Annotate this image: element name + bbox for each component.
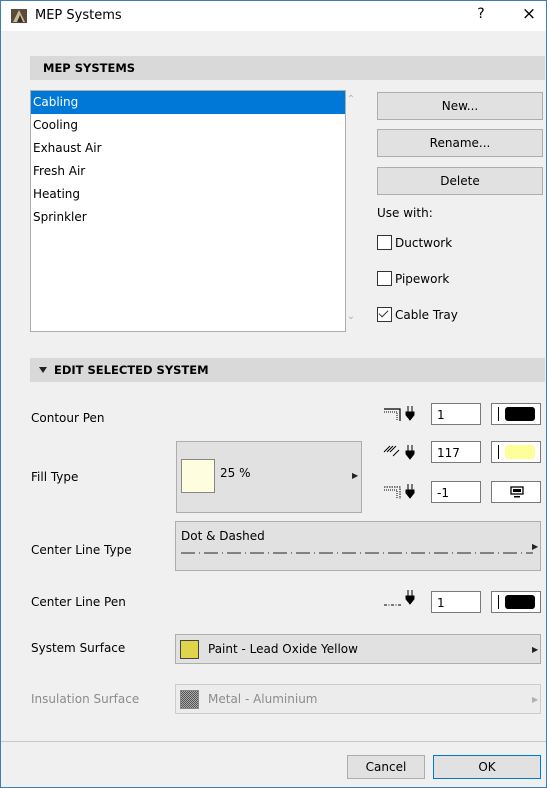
pen-color-swatch [505, 407, 535, 421]
list-item[interactable]: Fresh Air [31, 160, 345, 183]
ductwork-checkbox[interactable]: Ductwork [377, 235, 452, 250]
list-item[interactable]: Cooling [31, 114, 345, 137]
ductwork-label: Ductwork [395, 236, 453, 250]
cable-tray-checkbox-box[interactable] [377, 307, 392, 322]
monitor-icon [510, 486, 524, 498]
system-surface-label: System Surface [31, 641, 126, 655]
center-line-pen-field[interactable]: 1 [431, 591, 481, 613]
cable-tray-checkbox[interactable]: Cable Tray [377, 307, 458, 322]
divider [498, 445, 499, 459]
list-item[interactable]: Exhaust Air [31, 137, 345, 160]
list-item[interactable]: Cabling [31, 91, 345, 114]
pipework-checkbox-box[interactable] [377, 271, 392, 286]
pen-color-swatch [505, 445, 535, 459]
fill-type-button[interactable]: 25 % ▶ [176, 441, 362, 513]
mep-systems-dialog: MEP Systems ? × MEP SYSTEMS Cabling Cool… [0, 0, 547, 788]
center-line-type-label: Center Line Type [31, 543, 132, 557]
contour-pen-label: Contour Pen [31, 411, 105, 425]
new-system-button[interactable]: New... [377, 92, 543, 120]
list-item[interactable]: Sprinkler [31, 206, 345, 229]
center-line-type-button[interactable]: Dot & Dashed ▶ [175, 521, 541, 571]
pen-color-swatch [505, 595, 535, 609]
window-title: MEP Systems [35, 8, 122, 23]
insulation-surface-button: Metal - Aluminium ▶ [175, 684, 541, 714]
center-line-type-value: Dot & Dashed [181, 529, 265, 543]
mep-systems-section-header: MEP SYSTEMS [30, 56, 545, 80]
edit-selected-system-header[interactable]: EDIT SELECTED SYSTEM [30, 358, 545, 382]
chevron-right-icon: ▶ [532, 542, 539, 551]
ductwork-checkbox-box[interactable] [377, 235, 392, 250]
cancel-button[interactable]: Cancel [347, 755, 425, 779]
systems-list[interactable]: Cabling Cooling Exhaust Air Fresh Air He… [30, 90, 355, 332]
dot-dash-line-preview [181, 552, 533, 554]
title-bar: MEP Systems ? × [1, 1, 546, 31]
chevron-right-icon: ▶ [532, 645, 539, 654]
metal-texture-swatch-icon [180, 690, 199, 709]
center-line-pen-label: Center Line Pen [31, 595, 126, 609]
center-line-pen-icon [384, 590, 415, 606]
system-surface-value: Paint - Lead Oxide Yellow [208, 642, 358, 656]
contour-pen-number-field[interactable]: 1 [431, 403, 481, 425]
system-surface-button[interactable]: Paint - Lead Oxide Yellow ▶ [175, 634, 541, 664]
surface-color-swatch [180, 640, 199, 659]
section-title: EDIT SELECTED SYSTEM [54, 363, 209, 377]
fill-background-pen-icon [384, 484, 415, 499]
chevron-right-icon: ▶ [532, 695, 539, 704]
cable-tray-label: Cable Tray [395, 308, 458, 322]
section-title: MEP SYSTEMS [43, 61, 136, 75]
insulation-surface-label: Insulation Surface [31, 692, 140, 706]
divider [498, 595, 499, 609]
pipework-checkbox[interactable]: Pipework [377, 271, 449, 286]
archicad-logo-icon [11, 9, 27, 23]
close-button[interactable]: × [519, 4, 539, 24]
help-button[interactable]: ? [471, 6, 491, 22]
fill-pattern-swatch [181, 459, 215, 493]
delete-system-button[interactable]: Delete [377, 167, 543, 195]
use-with-label: Use with: [377, 206, 433, 220]
fill-background-pen-color-button[interactable] [491, 481, 541, 503]
fill-pattern-label: 25 % [220, 466, 251, 480]
insulation-surface-value: Metal - Aluminium [208, 692, 318, 706]
fill-foreground-pen-field[interactable]: 117 [431, 441, 481, 463]
chevron-right-icon: ▶ [352, 471, 359, 480]
fill-type-label: Fill Type [31, 470, 79, 484]
fill-foreground-pen-icon [383, 445, 415, 460]
fill-foreground-pen-color-button[interactable] [491, 441, 541, 463]
collapse-triangle-icon[interactable] [39, 367, 47, 373]
rename-system-button[interactable]: Rename... [377, 129, 543, 157]
scroll-up-icon[interactable]: ⌃ [344, 94, 358, 105]
list-item[interactable]: Heating [31, 183, 345, 206]
contour-pen-color-button[interactable] [491, 403, 541, 425]
fill-background-pen-field[interactable]: -1 [431, 481, 481, 503]
pipework-label: Pipework [395, 272, 450, 286]
scroll-down-icon[interactable]: ⌄ [344, 311, 358, 322]
ok-button[interactable]: OK [433, 755, 541, 779]
footer-divider [1, 741, 546, 742]
divider [498, 407, 499, 421]
center-line-pen-color-button[interactable] [491, 591, 541, 613]
contour-pen-icon [384, 406, 415, 421]
